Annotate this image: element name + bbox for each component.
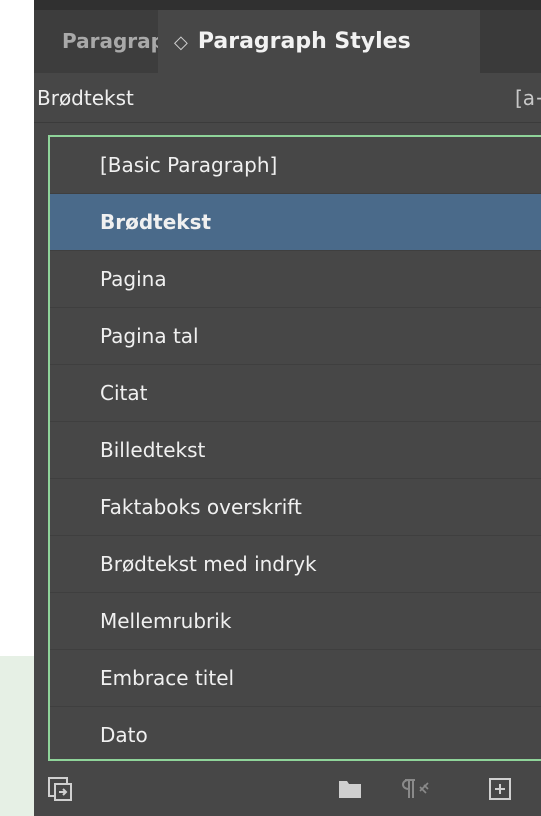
tab-label: Paragraph Styles xyxy=(197,29,411,54)
style-item[interactable]: Billedtekst xyxy=(50,422,541,479)
style-item-selected[interactable]: Brødtekst xyxy=(50,194,541,251)
load-styles-icon[interactable] xyxy=(40,761,80,816)
style-item[interactable]: Pagina xyxy=(50,251,541,308)
current-style-row: Brødtekst [a+] xyxy=(34,73,541,123)
tab-paragraph-styles[interactable]: ◇ Paragraph Styles xyxy=(158,10,480,73)
folder-icon[interactable] xyxy=(330,761,370,816)
clear-overrides-icon[interactable] xyxy=(390,761,436,816)
tab-label: Paragraph Styles xyxy=(62,29,158,53)
new-style-icon[interactable] xyxy=(480,761,520,816)
style-item[interactable]: Mellemrubrik xyxy=(50,593,541,650)
styles-list: [Basic Paragraph] Brødtekst Pagina Pagina t… xyxy=(48,135,541,764)
style-item[interactable]: Faktaboks overskrift xyxy=(50,479,541,536)
tab-strip-filler xyxy=(480,10,541,73)
chevron-updown-icon[interactable]: ◇ xyxy=(174,32,188,53)
paragraph-styles-panel: Paragraph Styles ◇ Paragraph Styles Brødt… xyxy=(34,0,541,816)
style-item[interactable]: Brødtekst med indryk xyxy=(50,536,541,593)
style-item[interactable]: Embrace titel xyxy=(50,650,541,707)
panel-footer xyxy=(34,761,541,816)
tab-bar: Paragraph Styles ◇ Paragraph Styles xyxy=(34,0,541,73)
tab-paragraph-collapsed[interactable]: Paragraph Styles xyxy=(34,10,158,73)
style-item[interactable]: [Basic Paragraph] xyxy=(50,137,541,194)
style-item[interactable]: Citat xyxy=(50,365,541,422)
style-item[interactable]: Pagina tal xyxy=(50,308,541,365)
current-style-name: Brødtekst xyxy=(37,86,134,110)
style-shortcut-hint: [a+] xyxy=(515,86,541,110)
style-item[interactable]: Dato xyxy=(50,707,541,764)
